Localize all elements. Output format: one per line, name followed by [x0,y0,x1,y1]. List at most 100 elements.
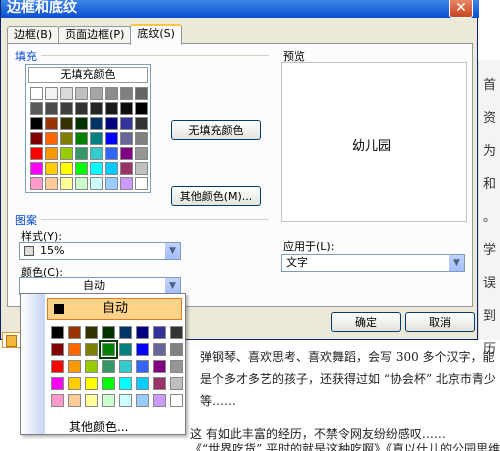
color-swatch[interactable] [170,394,183,407]
color-swatch[interactable] [68,360,81,373]
color-swatch[interactable] [170,377,183,390]
color-swatch[interactable] [75,117,88,130]
color-swatch[interactable] [85,326,98,339]
style-select[interactable]: 15% ▼ [19,242,181,260]
color-swatch[interactable] [85,360,98,373]
color-swatch[interactable] [119,326,132,339]
color-swatch[interactable] [135,87,148,100]
color-swatch[interactable] [68,394,81,407]
color-swatch[interactable] [136,394,149,407]
color-swatch[interactable] [45,102,58,115]
color-swatch[interactable] [60,132,73,145]
color-swatch[interactable] [135,132,148,145]
color-swatch[interactable] [85,343,98,356]
color-swatch[interactable] [136,343,149,356]
color-swatch[interactable] [102,326,115,339]
color-swatch[interactable] [153,394,166,407]
color-swatch[interactable] [105,132,118,145]
color-swatch[interactable] [90,147,103,160]
color-swatch[interactable] [105,102,118,115]
cancel-button[interactable]: 取消 [405,312,475,332]
color-swatch[interactable] [170,343,183,356]
color-swatch[interactable] [45,132,58,145]
color-swatch[interactable] [120,87,133,100]
color-swatch[interactable] [90,132,103,145]
color-swatch[interactable] [90,102,103,115]
color-swatch[interactable] [119,394,132,407]
color-swatch[interactable] [153,326,166,339]
ok-button[interactable]: 确定 [331,312,401,332]
color-swatch[interactable] [90,87,103,100]
color-swatch[interactable] [102,377,115,390]
dialog-titlebar[interactable]: 边框和底纹 ✕ [1,0,479,18]
color-swatch[interactable] [75,147,88,160]
color-swatch[interactable] [75,132,88,145]
color-swatch[interactable] [45,162,58,175]
color-swatch[interactable] [105,177,118,190]
color-swatch[interactable] [90,162,103,175]
more-colors-button[interactable]: 其他颜色(M)... [171,186,261,206]
color-swatch[interactable] [120,132,133,145]
color-swatch[interactable] [105,162,118,175]
color-swatch[interactable] [85,394,98,407]
chevron-down-icon[interactable]: ▼ [164,243,180,259]
color-swatch[interactable] [105,87,118,100]
color-swatch[interactable] [30,102,43,115]
tab-page-border[interactable]: 页面边框(P) [58,26,132,44]
color-swatch[interactable] [75,177,88,190]
color-swatch[interactable] [45,147,58,160]
color-swatch[interactable] [60,87,73,100]
color-swatch[interactable] [170,360,183,373]
color-swatch[interactable] [30,177,43,190]
color-swatch[interactable] [60,177,73,190]
color-swatch[interactable] [30,147,43,160]
no-fill-color-cell[interactable]: 无填充颜色 [28,67,148,83]
color-swatch[interactable] [75,87,88,100]
color-swatch[interactable] [30,132,43,145]
color-swatch[interactable] [75,162,88,175]
color-swatch[interactable] [60,162,73,175]
tab-shading[interactable]: 底纹(S) [130,24,182,45]
color-swatch[interactable] [30,87,43,100]
chevron-down-icon[interactable]: ▼ [448,255,464,271]
color-swatch[interactable] [105,117,118,130]
color-swatch[interactable] [120,177,133,190]
color-swatch[interactable] [102,360,115,373]
color-swatch[interactable] [51,360,64,373]
color-swatch[interactable] [135,177,148,190]
color-swatch[interactable] [153,377,166,390]
color-swatch[interactable] [135,162,148,175]
color-swatch[interactable] [60,117,73,130]
apply-to-select[interactable]: 文字 ▼ [281,254,465,272]
color-swatch[interactable] [68,326,81,339]
color-swatch[interactable] [170,326,183,339]
color-swatch[interactable] [136,377,149,390]
color-swatch[interactable] [51,394,64,407]
color-swatch[interactable] [68,377,81,390]
color-swatch[interactable] [105,147,118,160]
color-swatch[interactable] [45,177,58,190]
color-swatch[interactable] [68,343,81,356]
color-swatch[interactable] [51,326,64,339]
color-swatch[interactable] [90,177,103,190]
color-swatch[interactable] [119,360,132,373]
color-swatch[interactable] [102,394,115,407]
chevron-down-icon[interactable]: ▼ [164,278,180,294]
color-swatch[interactable] [119,343,132,356]
color-swatch[interactable] [75,102,88,115]
color-swatch[interactable] [99,340,118,359]
color-swatch[interactable] [153,360,166,373]
color-swatch[interactable] [51,377,64,390]
color-swatch[interactable] [85,377,98,390]
color-swatch[interactable] [45,87,58,100]
color-swatch[interactable] [136,360,149,373]
color-swatch[interactable] [51,343,64,356]
color-swatch[interactable] [135,117,148,130]
color-swatch[interactable] [136,326,149,339]
color-swatch[interactable] [60,147,73,160]
color-swatch[interactable] [153,343,166,356]
color-swatch[interactable] [120,147,133,160]
close-button[interactable]: ✕ [449,0,473,18]
tab-borders[interactable]: 边框(B) [7,26,60,44]
color-swatch[interactable] [30,117,43,130]
